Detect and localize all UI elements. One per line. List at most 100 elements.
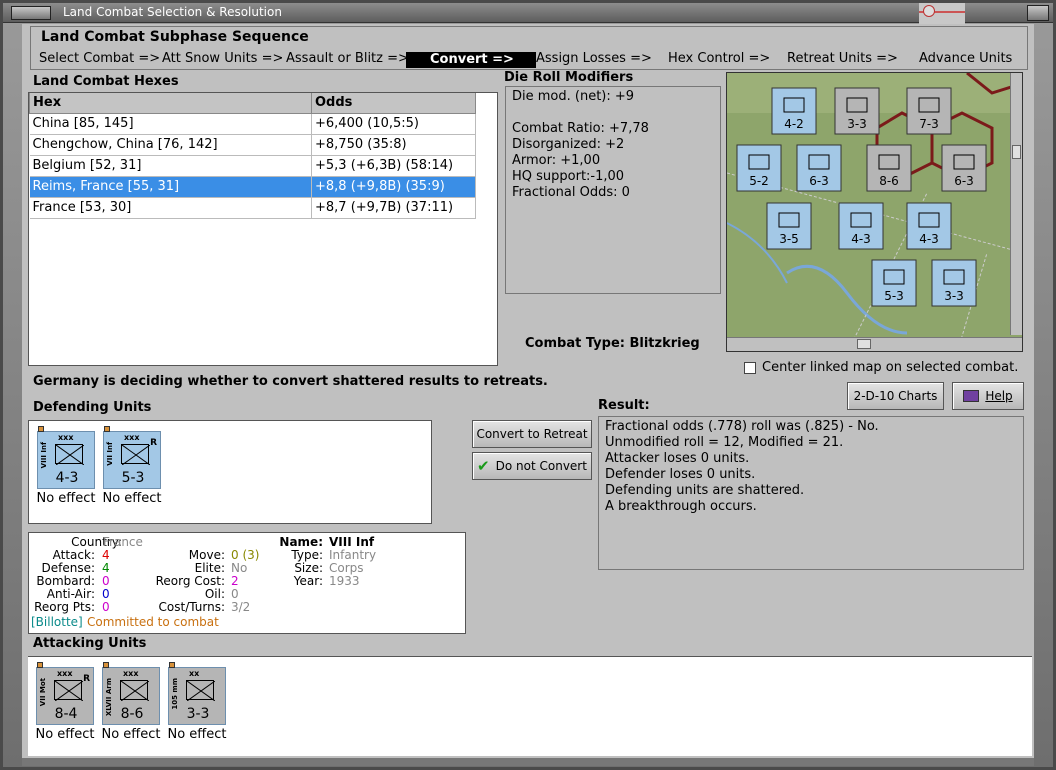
map-unit-counter[interactable]: 3-5 xyxy=(766,202,812,250)
map-unit-counter[interactable]: 6-3 xyxy=(796,144,842,192)
die-roll-modifiers-box: Die mod. (net): +9 Combat Ratio: +7,78 D… xyxy=(505,86,721,294)
hex-cell: Chengchow, China [76, 142] xyxy=(29,134,312,156)
defending-units-title: Defending Units xyxy=(33,400,152,415)
unit-info-panel: Country: France Attack: 4 Defense: 4 Bom… xyxy=(28,532,466,634)
disorganized-line: Disorganized: +2 xyxy=(512,137,625,152)
map-unit-strength: 4-2 xyxy=(784,117,804,131)
step-convert: Convert => xyxy=(406,52,536,68)
center-map-checkbox[interactable] xyxy=(744,361,756,374)
die-mod-line: Die mod. (net): +9 xyxy=(512,89,635,104)
map-unit-counter[interactable]: 8-6 xyxy=(866,144,912,192)
hex-cell: Reims, France [55, 31] xyxy=(29,176,312,198)
system-menu-button[interactable] xyxy=(11,6,51,20)
defending-units-panel: VIII Inf xxx 4-3 No effect VII Inf xxx R 5-3 No … xyxy=(28,420,432,524)
unit-counter[interactable]: 105 mm xx 3-3 xyxy=(168,662,226,725)
hexes-table: Hex Odds China [85, 145] +6,400 (10,5:5) C… xyxy=(29,93,476,219)
hex-row[interactable]: China [85, 145] +6,400 (10,5:5) xyxy=(29,113,476,135)
subphase-steps: Select Combat => Att Snow Units => Assau… xyxy=(39,51,1029,69)
hex-row[interactable]: Reims, France [55, 31] +8,8 (+9,8B) (35:9… xyxy=(29,176,476,198)
result-title: Result: xyxy=(598,398,650,413)
hex-row[interactable]: France [53, 30] +8,7 (+9,7B) (37:11) xyxy=(29,197,476,219)
step-select-combat: Select Combat => xyxy=(39,51,161,66)
map-unit-counter[interactable]: 6-3 xyxy=(941,144,987,192)
unit-size: xx xyxy=(189,669,200,678)
unit-type-symbol-icon xyxy=(186,680,216,702)
do-not-convert-button[interactable]: ✔ Do not Convert xyxy=(472,452,592,480)
convert-to-retreat-button[interactable]: Convert to Retreat xyxy=(472,420,592,448)
title-bar[interactable]: Land Combat Selection & Resolution xyxy=(3,3,1053,25)
linked-map[interactable]: 4-2 3-3 7-3 5-2 6-3 8-6 6-3 3-5 4-3 4-3 5-3 3-3 xyxy=(726,72,1023,352)
map-hscroll-thumb[interactable] xyxy=(857,339,871,349)
column-hex[interactable]: Hex xyxy=(29,93,312,114)
costturns-label: Cost/Turns: xyxy=(158,600,225,614)
unit-strength: 4-3 xyxy=(55,470,79,486)
map-canvas: 4-2 3-3 7-3 5-2 6-3 8-6 6-3 3-5 4-3 4-3 5-3 3-3 xyxy=(727,73,1022,351)
result-box: Fractional odds (.778) roll was (.825) -… xyxy=(598,416,1024,570)
map-unit-strength: 4-3 xyxy=(919,232,939,246)
center-map-checkbox-row[interactable]: Center linked map on selected combat. xyxy=(744,360,1018,375)
land-combat-hexes-list[interactable]: Hex Odds China [85, 145] +6,400 (10,5:5) C… xyxy=(28,92,498,366)
land-combat-hexes-title: Land Combat Hexes xyxy=(33,74,179,89)
unit-size: xxx xyxy=(58,433,74,442)
map-vscroll-thumb[interactable] xyxy=(1012,145,1021,159)
odds-cell: +8,8 (+9,8B) (35:9) xyxy=(311,176,476,198)
charts-button-label: 2-D-10 Charts xyxy=(853,389,938,403)
unit-type-symbol-icon xyxy=(120,680,150,702)
help-button[interactable]: Help xyxy=(952,382,1024,410)
result-line: Unmodified roll = 12, Modified = 21. xyxy=(605,435,844,450)
costturns-value: 3/2 xyxy=(231,600,251,614)
unit-card[interactable]: VII Mot xxx R 8-4 No effect xyxy=(32,662,98,742)
supply-marker-icon xyxy=(38,426,44,432)
hex-row[interactable]: Chengchow, China [76, 142] +8,750 (35:8) xyxy=(29,134,476,156)
map-unit-counter[interactable]: 4-3 xyxy=(906,202,952,250)
step-assign-losses: Assign Losses => xyxy=(536,51,652,66)
map-horizontal-scrollbar[interactable] xyxy=(727,337,1022,351)
map-unit-strength: 3-3 xyxy=(944,289,964,303)
unit-card[interactable]: VIII Inf xxx 4-3 No effect xyxy=(33,426,99,506)
combat-ratio-line: Combat Ratio: +7,78 xyxy=(512,121,649,136)
armor-line: Armor: +1,00 xyxy=(512,153,601,168)
map-unit-counter[interactable]: 4-2 xyxy=(771,87,817,135)
map-unit-counter[interactable]: 5-2 xyxy=(736,144,782,192)
map-unit-strength: 4-3 xyxy=(851,232,871,246)
unit-strength: 8-6 xyxy=(120,706,144,722)
odds-cell: +5,3 (+6,3B) (58:14) xyxy=(311,155,476,177)
map-unit-strength: 8-6 xyxy=(879,174,899,188)
supply-marker-icon xyxy=(37,662,43,668)
unit-size: xxx xyxy=(57,669,73,678)
unit-card[interactable]: VII Inf xxx R 5-3 No effect xyxy=(99,426,165,506)
step-retreat-units: Retreat Units => xyxy=(787,51,898,66)
map-unit-strength: 6-3 xyxy=(954,174,974,188)
charts-button[interactable]: 2-D-10 Charts xyxy=(847,382,944,410)
unit-counter[interactable]: XLVII Arm xxx 8-6 xyxy=(102,662,160,725)
unit-status: No effect xyxy=(36,491,96,506)
map-unit-counter[interactable]: 7-3 xyxy=(906,87,952,135)
hex-row[interactable]: Belgium [52, 31] +5,3 (+6,3B) (58:14) xyxy=(29,155,476,177)
supply-marker-icon xyxy=(169,662,175,668)
map-unit-counter[interactable]: 3-3 xyxy=(834,87,880,135)
unit-counter[interactable]: VII Inf xxx R 5-3 xyxy=(103,426,161,489)
checkmark-icon: ✔ xyxy=(477,457,490,475)
close-button[interactable] xyxy=(1027,5,1049,21)
status-bar xyxy=(22,758,1034,766)
decision-message: Germany is deciding whether to convert s… xyxy=(33,374,548,389)
map-unit-counter[interactable]: 5-3 xyxy=(871,259,917,307)
hex-cell: France [53, 30] xyxy=(29,197,312,219)
center-map-label: Center linked map on selected combat. xyxy=(762,360,1019,375)
map-unit-counter[interactable]: 4-3 xyxy=(838,202,884,250)
unit-status: No effect xyxy=(167,727,227,742)
unit-size: xxx xyxy=(124,433,140,442)
column-odds[interactable]: Odds xyxy=(311,93,476,114)
step-advance-units: Advance Units xyxy=(919,51,1013,66)
unit-counter[interactable]: VII Mot xxx R 8-4 xyxy=(36,662,94,725)
unit-name: VII Mot xyxy=(39,678,47,707)
map-vertical-scrollbar[interactable] xyxy=(1010,73,1022,335)
attacking-units-title: Attacking Units xyxy=(33,636,147,651)
unit-card[interactable]: 105 mm xx 3-3 No effect xyxy=(164,662,230,742)
subphase-title: Land Combat Subphase Sequence xyxy=(41,29,309,45)
unit-card[interactable]: XLVII Arm xxx 8-6 No effect xyxy=(98,662,164,742)
odds-cell: +6,400 (10,5:5) xyxy=(311,113,476,135)
german-flag-icon xyxy=(919,3,965,25)
map-unit-counter[interactable]: 3-3 xyxy=(931,259,977,307)
unit-counter[interactable]: VIII Inf xxx 4-3 xyxy=(37,426,95,489)
